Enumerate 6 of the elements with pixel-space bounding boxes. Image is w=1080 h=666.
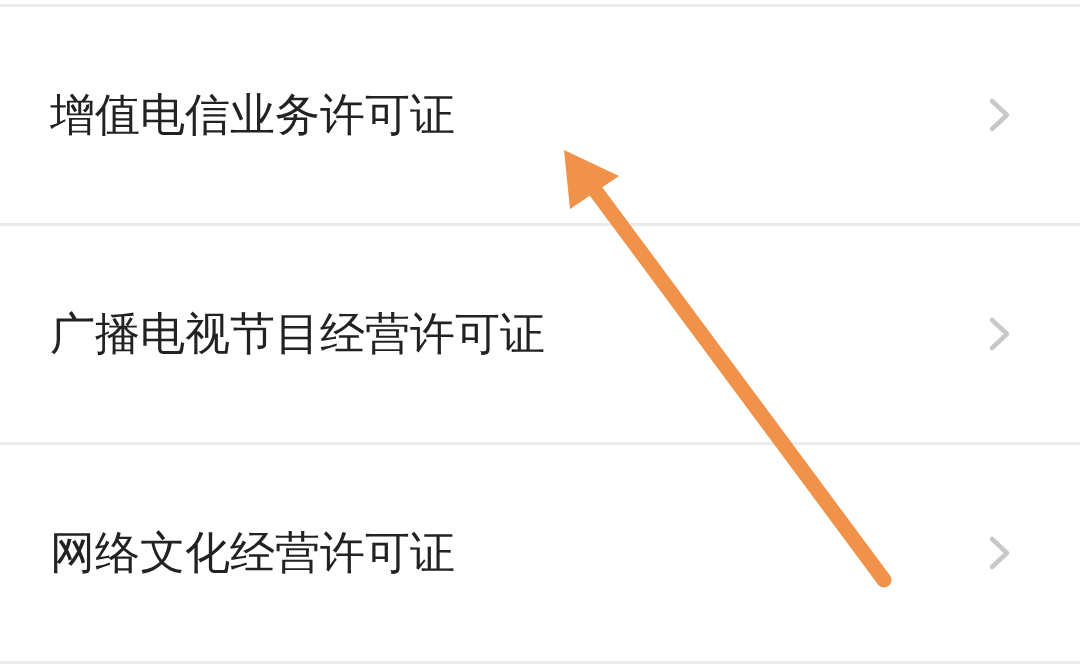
chevron-icon	[988, 535, 1012, 571]
chevron-icon	[988, 97, 1012, 133]
list-item-label: 网络文化经营许可证	[50, 525, 455, 581]
chevron-icon	[988, 316, 1012, 352]
list-item-label: 广播电视节目经营许可证	[50, 306, 545, 362]
list-item-label: 增值电信业务许可证	[50, 87, 455, 143]
